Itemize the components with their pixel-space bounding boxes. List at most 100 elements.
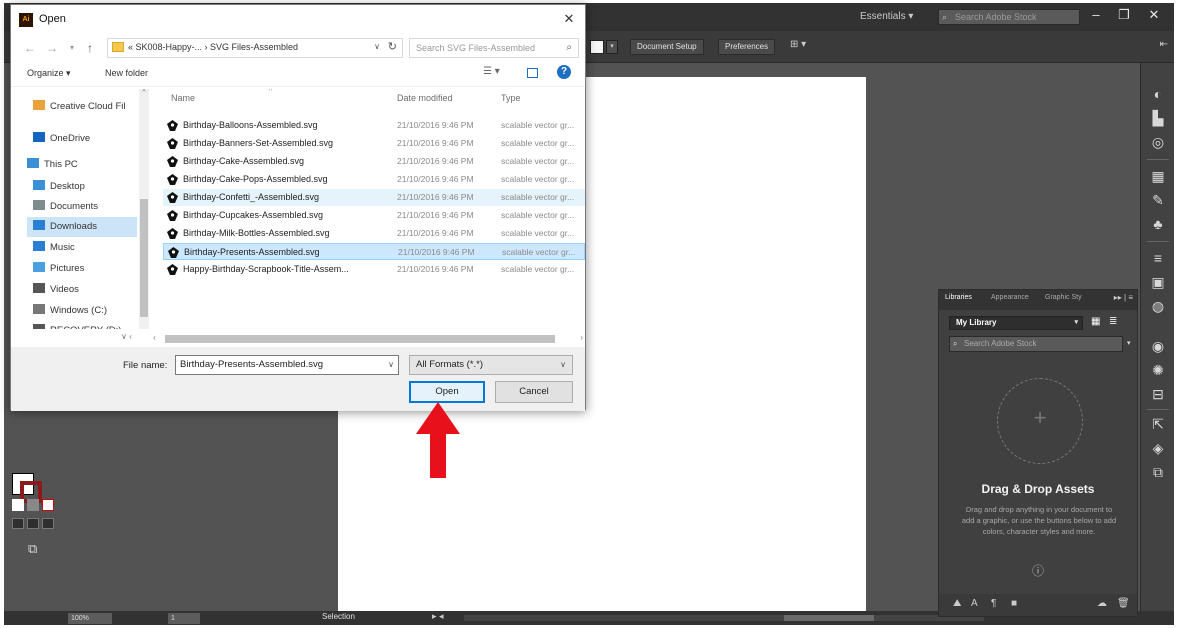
file-row[interactable]: Birthday-Presents-Assembled.svg 21/10/201… — [163, 243, 585, 260]
zoom-field[interactable]: 100% — [68, 613, 112, 624]
column-header-type[interactable]: Type — [501, 93, 521, 103]
screen-mode-icon[interactable]: ⧉ — [28, 541, 37, 557]
grid-view-icon[interactable]: ▦ — [1091, 316, 1105, 328]
nav-item[interactable]: Windows (C:) — [33, 301, 107, 321]
minimize-button[interactable]: – — [1082, 5, 1110, 25]
help-icon[interactable]: ⓘ — [939, 562, 1137, 579]
transparency-icon[interactable]: ◍ — [1141, 297, 1174, 315]
tab-libraries[interactable]: Libraries — [945, 294, 972, 301]
file-row[interactable]: Birthday-Banners-Set-Assembled.svg 21/10/… — [163, 135, 585, 152]
add-character-style-icon[interactable]: A — [971, 598, 978, 609]
scroll-thumb[interactable] — [784, 615, 874, 621]
nav-item[interactable]: Downloads — [27, 217, 137, 237]
panel-toggle-icon[interactable]: ⇤ — [1160, 39, 1168, 50]
file-row[interactable]: Birthday-Cake-Pops-Assembled.svg 21/10/20… — [163, 171, 585, 188]
file-list-hscroll[interactable]: ‹ › — [149, 331, 585, 347]
properties-icon[interactable]: ▙ — [1141, 109, 1174, 127]
preview-pane-icon[interactable] — [527, 68, 538, 78]
column-header-date[interactable]: Date modified — [397, 93, 453, 103]
document-setup-button[interactable]: Document Setup — [630, 39, 704, 55]
chevron-down-icon[interactable]: ∨ — [374, 42, 380, 51]
file-name-input[interactable]: Birthday-Presents-Assembled.svg ∨ — [175, 355, 399, 375]
address-bar[interactable]: « SK008-Happy-... › SVG Files-Assembled … — [107, 38, 403, 58]
appearance-icon[interactable]: ◉ — [1141, 337, 1174, 355]
workspace-switcher[interactable]: Essentials ▾ — [860, 11, 913, 22]
stock-search-input[interactable]: ⌕ Search Adobe Stock — [938, 9, 1080, 25]
color-guide-icon[interactable]: ◎ — [1141, 133, 1174, 151]
file-row[interactable]: Birthday-Milk-Bottles-Assembled.svg 21/10… — [163, 225, 585, 242]
help-icon[interactable]: ? — [557, 65, 571, 79]
file-row[interactable]: Happy-Birthday-Scrapbook-Title-Assem... 2… — [163, 261, 585, 278]
new-folder-button[interactable]: New folder — [105, 68, 148, 78]
close-dialog-button[interactable]: ✕ — [559, 9, 579, 29]
up-folder-icon[interactable]: ↑ — [83, 41, 97, 55]
tab-appearance[interactable]: Appearance — [991, 294, 1029, 301]
nav-item[interactable]: Music — [33, 238, 75, 258]
list-view-icon[interactable]: ≣ — [1109, 316, 1123, 328]
none-mode-icon[interactable] — [42, 499, 54, 511]
trash-icon[interactable]: 🗑 — [1117, 598, 1130, 609]
graphic-styles-icon[interactable]: ✺ — [1141, 361, 1174, 379]
close-app-button[interactable]: ✕ — [1140, 5, 1168, 25]
cancel-button[interactable]: Cancel — [495, 381, 573, 403]
export-icon[interactable]: ⇱ — [1141, 415, 1174, 433]
draw-inside-icon[interactable] — [42, 518, 54, 529]
nav-item[interactable]: Pictures — [33, 259, 84, 279]
stroke-icon[interactable]: ≡ — [1141, 249, 1174, 267]
swatches-icon[interactable]: ▦ — [1141, 167, 1174, 185]
arrange-documents-icon[interactable]: ⊞ ▾ — [790, 39, 806, 50]
nav-item[interactable]: Creative Cloud Fil — [33, 97, 126, 117]
nav-item[interactable]: Documents — [33, 197, 98, 217]
library-search-input[interactable]: ⌕ Search Adobe Stock — [949, 336, 1123, 352]
add-color-icon[interactable]: ■ — [1011, 598, 1017, 609]
nav-item[interactable]: Videos — [33, 280, 79, 300]
fill-swatch[interactable] — [590, 40, 604, 54]
breadcrumb[interactable]: « SK008-Happy-... › SVG Files-Assembled — [128, 42, 298, 52]
status-menu-arrow-icon[interactable]: ▸ ◂ — [432, 611, 444, 622]
nav-item[interactable]: This PC — [27, 155, 78, 175]
layers-icon[interactable]: ◈ — [1141, 439, 1174, 457]
layers-panel-icon[interactable]: ⊟ — [1141, 385, 1174, 403]
back-arrow-icon[interactable]: ← — [23, 41, 37, 55]
column-header-name[interactable]: Name — [171, 93, 195, 103]
file-row[interactable]: Birthday-Cupcakes-Assembled.svg 21/10/201… — [163, 207, 585, 224]
preferences-button[interactable]: Preferences — [718, 39, 776, 55]
fill-dropdown[interactable]: ▾ — [606, 40, 618, 54]
draw-behind-icon[interactable] — [27, 518, 39, 529]
color-mode-icon[interactable] — [12, 499, 24, 511]
scroll-left-icon[interactable]: ‹ — [153, 333, 156, 342]
organize-button[interactable]: Organize ▾ — [27, 68, 71, 79]
scroll-thumb[interactable] — [165, 335, 555, 343]
add-paragraph-style-icon[interactable]: ¶ — [991, 598, 996, 609]
library-select[interactable]: My Library ▾ — [949, 316, 1083, 330]
file-row[interactable]: Birthday-Balloons-Assembled.svg 21/10/201… — [163, 117, 585, 134]
restore-button[interactable]: ❐ — [1110, 5, 1138, 25]
nav-collapse-icon[interactable]: ∨ ‹ — [121, 332, 132, 341]
add-graphic-icon[interactable]: ⛰ — [953, 598, 961, 609]
scroll-right-icon[interactable]: › — [580, 333, 583, 342]
symbols-icon[interactable]: ♣ — [1141, 215, 1174, 233]
scroll-thumb[interactable] — [140, 199, 148, 317]
artboards-icon[interactable]: ⧉ — [1141, 463, 1174, 481]
file-row[interactable]: Birthday-Confetti_-Assembled.svg 21/10/20… — [163, 189, 585, 206]
file-row[interactable]: Birthday-Cake-Assembled.svg 21/10/2016 9:… — [163, 153, 585, 170]
recent-locations-icon[interactable]: ▾ — [65, 41, 79, 55]
gradient-icon[interactable]: ▣ — [1141, 273, 1174, 291]
refresh-icon[interactable]: ↻ — [388, 40, 397, 53]
draw-normal-icon[interactable] — [12, 518, 24, 529]
nav-item[interactable]: Desktop — [33, 177, 85, 197]
change-view-icon[interactable]: ☰ ▾ — [483, 66, 500, 77]
chevron-down-icon[interactable]: ∨ — [388, 356, 394, 374]
scroll-up-icon[interactable]: ^ — [139, 89, 149, 96]
brushes-icon[interactable]: ✎ — [1141, 191, 1174, 209]
nav-scrollbar[interactable]: ^ — [139, 89, 149, 329]
horizontal-scrollbar[interactable] — [464, 615, 984, 621]
forward-arrow-icon[interactable]: → — [45, 41, 59, 55]
file-type-select[interactable]: All Formats (*.*) ∨ — [409, 355, 573, 375]
nav-item[interactable]: OneDrive — [33, 129, 90, 149]
panel-menu-icon[interactable]: ▸▸ | ≡ — [1114, 293, 1133, 302]
tab-graphic-styles[interactable]: Graphic Sty — [1045, 294, 1082, 301]
sync-icon[interactable]: ☁ — [1097, 598, 1107, 609]
color-icon[interactable]: ◐ — [1141, 85, 1174, 103]
nav-item[interactable]: RECOVERY (D:) — [33, 321, 121, 329]
